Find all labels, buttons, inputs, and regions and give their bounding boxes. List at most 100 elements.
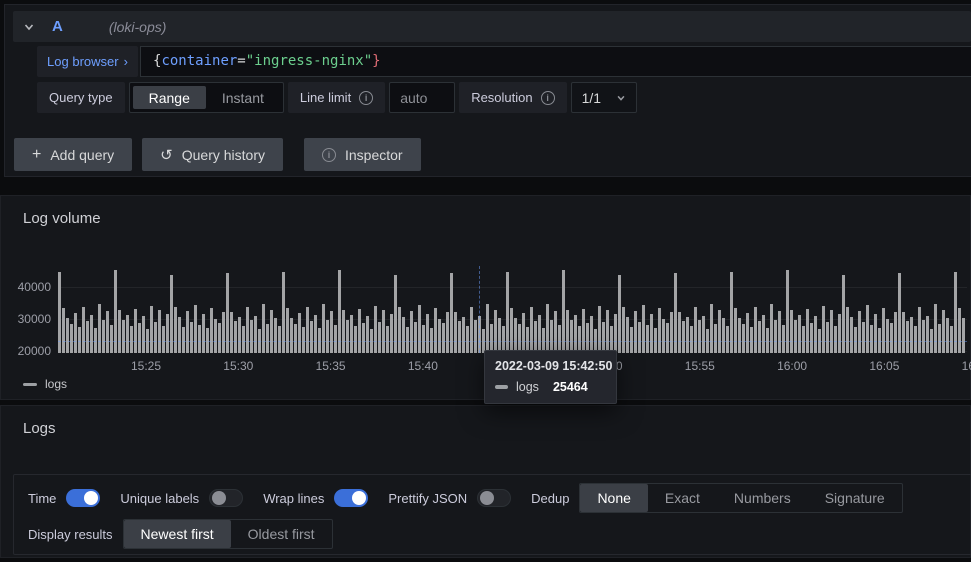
volume-bar	[306, 306, 309, 353]
volume-bar	[286, 307, 289, 353]
volume-bar	[154, 321, 157, 353]
volume-bar	[346, 320, 349, 353]
wrap-lines-toggle[interactable]	[334, 489, 369, 507]
volume-bar	[202, 313, 205, 353]
query-history-button[interactable]: ↺ Query history	[142, 138, 283, 171]
inspector-button[interactable]: i Inspector	[304, 138, 421, 171]
volume-bar	[402, 316, 405, 353]
volume-bar	[174, 306, 177, 353]
display-results-group: Newest first Oldest first	[122, 519, 333, 549]
query-type-instant[interactable]: Instant	[206, 86, 280, 109]
volume-bar	[466, 325, 469, 353]
volume-bar	[822, 305, 825, 353]
volume-bar	[330, 311, 333, 353]
logs-panel: Logs Time Unique labels Wrap lines Prett…	[0, 405, 971, 558]
volume-plot[interactable]	[58, 266, 967, 353]
legend-swatch	[23, 382, 37, 386]
logs-controls: Time Unique labels Wrap lines Prettify J…	[13, 474, 971, 555]
volume-bar	[362, 323, 365, 353]
volume-bar	[62, 307, 65, 353]
volume-bar	[162, 326, 165, 353]
volume-bar	[834, 326, 837, 353]
volume-bar	[586, 323, 589, 353]
volume-bar	[126, 314, 129, 353]
volume-bar	[86, 321, 89, 353]
volume-bar	[386, 326, 389, 353]
line-limit-input[interactable]: auto	[389, 82, 456, 113]
volume-bar	[134, 308, 137, 353]
volume-bar	[230, 311, 233, 353]
tooltip-timestamp: 2022-03-09 15:42:50	[495, 359, 613, 373]
x-tick-label: 16:10	[961, 359, 971, 373]
volume-bar	[798, 314, 801, 353]
volume-bar	[850, 316, 853, 353]
dedup-none[interactable]: None	[580, 484, 648, 512]
volume-bar	[290, 318, 293, 353]
volume-bar	[782, 325, 785, 353]
info-icon[interactable]: i	[359, 90, 374, 105]
unique-labels-toggle-label: Unique labels	[120, 490, 200, 506]
volume-bar	[634, 310, 637, 353]
add-query-button[interactable]: + Add query	[14, 138, 133, 171]
volume-bar	[426, 313, 429, 353]
volume-bar	[510, 307, 513, 353]
volume-bar	[218, 322, 221, 353]
volume-bar	[198, 324, 201, 353]
dedup-group: None Exact Numbers Signature	[579, 483, 903, 513]
resolution-select[interactable]: 1/1	[570, 82, 637, 113]
volume-bar	[670, 312, 673, 353]
volume-bar	[718, 309, 721, 353]
volume-bar	[494, 309, 497, 353]
query-type-range[interactable]: Range	[132, 86, 206, 109]
display-oldest-first[interactable]: Oldest first	[231, 520, 332, 548]
volume-bar	[558, 325, 561, 353]
volume-bar	[382, 310, 385, 353]
dedup-signature[interactable]: Signature	[808, 484, 902, 512]
volume-bar	[442, 322, 445, 353]
volume-bar	[570, 320, 573, 353]
dedup-label: Dedup	[531, 490, 570, 506]
query-editor-section: A (loki-ops) Log browser › {container="i…	[4, 4, 971, 177]
query-row-header[interactable]: A (loki-ops)	[13, 11, 971, 42]
volume-bar	[418, 305, 421, 353]
volume-bar	[458, 321, 461, 353]
volume-bar	[602, 321, 605, 353]
volume-bar	[278, 326, 281, 353]
volume-bar	[806, 308, 809, 353]
volume-bar	[830, 310, 833, 353]
query-input[interactable]: {container="ingress-nginx"}	[140, 46, 971, 77]
unique-labels-toggle[interactable]	[209, 489, 244, 507]
panel-title: Log volume	[23, 210, 101, 227]
display-newest-first[interactable]: Newest first	[123, 520, 231, 548]
volume-bar	[102, 319, 105, 353]
query-actions-row: + Add query ↺ Query history i Inspector	[14, 138, 421, 171]
legend-item-logs[interactable]: logs	[23, 377, 67, 391]
volume-bar	[918, 307, 921, 353]
volume-bar	[678, 311, 681, 353]
x-tick-label: 15:25	[130, 359, 162, 373]
log-browser-button[interactable]: Log browser ›	[37, 46, 138, 77]
volume-bar	[322, 304, 325, 353]
chevron-down-icon[interactable]	[23, 21, 35, 33]
info-icon[interactable]: i	[540, 90, 555, 105]
time-toggle[interactable]	[66, 489, 101, 507]
volume-bar	[82, 306, 85, 353]
volume-bar	[870, 324, 873, 353]
volume-bar	[270, 309, 273, 353]
volume-bar	[242, 325, 245, 353]
display-results-row: Display results Newest first Oldest firs…	[28, 519, 333, 549]
dedup-exact[interactable]: Exact	[648, 484, 717, 512]
chevron-right-icon: ›	[123, 54, 128, 69]
prettify-json-toggle[interactable]	[477, 489, 512, 507]
volume-bar	[738, 318, 741, 353]
volume-bar	[406, 327, 409, 353]
volume-bar	[298, 313, 301, 353]
dedup-numbers[interactable]: Numbers	[717, 484, 808, 512]
volume-bar	[758, 321, 761, 353]
tooltip-series-swatch	[495, 385, 508, 389]
volume-bar	[650, 313, 653, 353]
volume-bar	[166, 313, 169, 353]
volume-bar	[814, 316, 817, 353]
volume-bar	[958, 307, 961, 353]
volume-bar	[70, 324, 73, 353]
